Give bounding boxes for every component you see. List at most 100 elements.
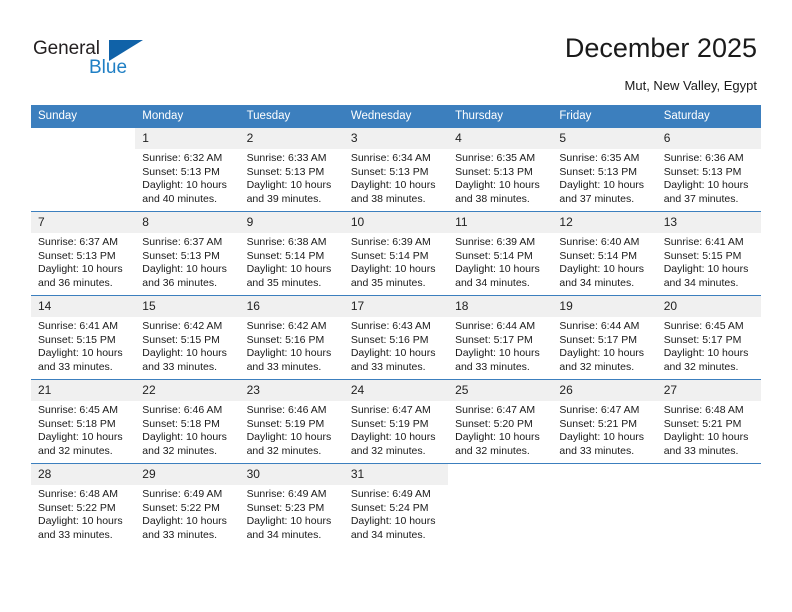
- sunset-text: Sunset: 5:13 PM: [246, 165, 325, 178]
- day-sun-info: Sunrise: 6:48 AM Sunset: 5:21 PM Daylight:…: [657, 401, 761, 458]
- sunrise-text: Sunrise: 6:49 AM: [142, 488, 223, 500]
- daylight-text: Daylight: 10 hours and 36 minutes.: [142, 263, 227, 289]
- day-number: 20: [656, 295, 761, 317]
- day-number: 31: [343, 463, 449, 485]
- day-sun-info: Sunrise: 6:44 AM Sunset: 5:17 PM Daylight:…: [552, 317, 656, 374]
- sunset-text: Sunset: 5:18 PM: [38, 417, 116, 430]
- daylight-text: Daylight: 10 hours and 32 minutes.: [142, 431, 227, 457]
- sunrise-text: Sunrise: 6:36 AM: [663, 152, 744, 164]
- day-number-empty: [656, 463, 761, 485]
- sunrise-text: Sunrise: 6:35 AM: [455, 152, 536, 164]
- calendar-day-cell[interactable]: 5 Sunrise: 6:35 AM Sunset: 5:13 PM Daylight…: [552, 127, 657, 211]
- day-number: 14: [31, 295, 136, 317]
- day-number-empty: [552, 463, 657, 485]
- daylight-text: Daylight: 10 hours and 32 minutes.: [663, 347, 749, 373]
- sunset-text: Sunset: 5:17 PM: [455, 333, 533, 346]
- day-number: 17: [343, 295, 449, 317]
- sunset-text: Sunset: 5:13 PM: [455, 165, 533, 178]
- calendar-day-cell[interactable]: 23 Sunrise: 6:46 AM Sunset: 5:19 PM Dayligh…: [239, 379, 344, 463]
- calendar-day-cell[interactable]: 27 Sunrise: 6:48 AM Sunset: 5:21 PM Dayligh…: [656, 379, 761, 463]
- calendar-day-cell[interactable]: 26 Sunrise: 6:47 AM Sunset: 5:21 PM Dayligh…: [552, 379, 657, 463]
- day-number: 26: [552, 379, 657, 401]
- sunset-text: Sunset: 5:22 PM: [38, 501, 116, 514]
- sunrise-text: Sunrise: 6:35 AM: [559, 152, 640, 164]
- sunrise-text: Sunrise: 6:47 AM: [559, 404, 640, 416]
- day-number: 29: [135, 463, 240, 485]
- calendar-week-row: 1 Sunrise: 6:32 AM Sunset: 5:13 PM Daylight…: [31, 127, 761, 211]
- weekday-header-saturday: Saturday: [656, 105, 761, 127]
- day-sun-info: Sunrise: 6:41 AM Sunset: 5:15 PM Daylight:…: [31, 317, 135, 374]
- daylight-text: Daylight: 10 hours and 38 minutes.: [455, 179, 540, 205]
- calendar-day-cell[interactable]: 19 Sunrise: 6:44 AM Sunset: 5:17 PM Dayligh…: [552, 295, 657, 379]
- calendar-day-cell[interactable]: 30 Sunrise: 6:49 AM Sunset: 5:23 PM Dayligh…: [239, 463, 344, 547]
- calendar-day-cell[interactable]: 29 Sunrise: 6:49 AM Sunset: 5:22 PM Dayligh…: [135, 463, 240, 547]
- day-number: 6: [656, 127, 761, 149]
- calendar-day-cell[interactable]: 22 Sunrise: 6:46 AM Sunset: 5:18 PM Dayligh…: [135, 379, 240, 463]
- calendar-day-cell[interactable]: 3 Sunrise: 6:34 AM Sunset: 5:13 PM Daylight…: [343, 127, 449, 211]
- sunset-text: Sunset: 5:13 PM: [663, 165, 742, 178]
- calendar-day-cell[interactable]: 15 Sunrise: 6:42 AM Sunset: 5:15 PM Dayligh…: [135, 295, 240, 379]
- calendar-day-cell[interactable]: 25 Sunrise: 6:47 AM Sunset: 5:20 PM Dayligh…: [448, 379, 553, 463]
- weekday-header-thursday: Thursday: [448, 105, 553, 127]
- calendar-day-cell[interactable]: 13 Sunrise: 6:41 AM Sunset: 5:15 PM Dayligh…: [656, 211, 761, 295]
- calendar-day-cell[interactable]: 4 Sunrise: 6:35 AM Sunset: 5:13 PM Daylight…: [448, 127, 553, 211]
- day-number: 7: [31, 211, 136, 233]
- calendar-day-cell[interactable]: 8 Sunrise: 6:37 AM Sunset: 5:13 PM Daylight…: [135, 211, 240, 295]
- daylight-text: Daylight: 10 hours and 33 minutes.: [246, 347, 332, 373]
- sunset-text: Sunset: 5:24 PM: [350, 501, 429, 514]
- calendar-day-cell[interactable]: 21 Sunrise: 6:45 AM Sunset: 5:18 PM Dayligh…: [31, 379, 136, 463]
- day-sun-info: Sunrise: 6:35 AM Sunset: 5:13 PM Daylight:…: [552, 149, 656, 206]
- sunrise-text: Sunrise: 6:42 AM: [246, 320, 327, 332]
- daylight-text: Daylight: 10 hours and 34 minutes.: [663, 263, 749, 289]
- weekday-header-wednesday: Wednesday: [343, 105, 449, 127]
- daylight-text: Daylight: 10 hours and 32 minutes.: [38, 431, 123, 457]
- day-number: 5: [552, 127, 657, 149]
- calendar-day-cell[interactable]: 16 Sunrise: 6:42 AM Sunset: 5:16 PM Dayligh…: [239, 295, 344, 379]
- day-sun-info: Sunrise: 6:36 AM Sunset: 5:13 PM Daylight:…: [657, 149, 761, 206]
- calendar-day-cell[interactable]: 18 Sunrise: 6:44 AM Sunset: 5:17 PM Dayligh…: [448, 295, 553, 379]
- calendar-body: 1 Sunrise: 6:32 AM Sunset: 5:13 PM Daylight…: [31, 127, 761, 547]
- daylight-text: Daylight: 10 hours and 34 minutes.: [559, 263, 645, 289]
- calendar-day-cell[interactable]: 31 Sunrise: 6:49 AM Sunset: 5:24 PM Dayligh…: [343, 463, 449, 547]
- day-sun-info: Sunrise: 6:43 AM Sunset: 5:16 PM Daylight:…: [344, 317, 448, 374]
- calendar-day-cell[interactable]: 1 Sunrise: 6:32 AM Sunset: 5:13 PM Daylight…: [135, 127, 240, 211]
- day-number-empty: [31, 127, 136, 149]
- calendar-day-cell[interactable]: 12 Sunrise: 6:40 AM Sunset: 5:14 PM Dayligh…: [552, 211, 657, 295]
- calendar-day-cell[interactable]: 17 Sunrise: 6:43 AM Sunset: 5:16 PM Dayligh…: [343, 295, 449, 379]
- daylight-text: Daylight: 10 hours and 33 minutes.: [455, 347, 540, 373]
- sunrise-text: Sunrise: 6:43 AM: [350, 320, 431, 332]
- daylight-text: Daylight: 10 hours and 34 minutes.: [455, 263, 540, 289]
- day-sun-info: Sunrise: 6:39 AM Sunset: 5:14 PM Daylight:…: [344, 233, 448, 290]
- page-title: December 2025: [564, 33, 757, 63]
- calendar-day-cell[interactable]: 28 Sunrise: 6:48 AM Sunset: 5:22 PM Dayligh…: [31, 463, 136, 547]
- calendar-day-cell[interactable]: 2 Sunrise: 6:33 AM Sunset: 5:13 PM Daylight…: [239, 127, 344, 211]
- calendar-week-row: 7 Sunrise: 6:37 AM Sunset: 5:13 PM Daylight…: [31, 211, 761, 295]
- sunrise-text: Sunrise: 6:46 AM: [246, 404, 327, 416]
- sunrise-text: Sunrise: 6:33 AM: [246, 152, 327, 164]
- day-sun-info: Sunrise: 6:49 AM Sunset: 5:24 PM Daylight:…: [344, 485, 448, 542]
- calendar-page: General Blue December 2025 Mut, New Vall…: [0, 0, 792, 612]
- day-sun-info: Sunrise: 6:48 AM Sunset: 5:22 PM Daylight:…: [31, 485, 135, 542]
- sunrise-text: Sunrise: 6:39 AM: [350, 236, 431, 248]
- page-header: General Blue December 2025 Mut, New Vall…: [0, 0, 792, 100]
- sunrise-text: Sunrise: 6:47 AM: [455, 404, 536, 416]
- calendar-day-cell[interactable]: 10 Sunrise: 6:39 AM Sunset: 5:14 PM Dayligh…: [343, 211, 449, 295]
- calendar-day-cell[interactable]: 7 Sunrise: 6:37 AM Sunset: 5:13 PM Daylight…: [31, 211, 136, 295]
- day-sun-info: Sunrise: 6:45 AM Sunset: 5:17 PM Daylight:…: [657, 317, 761, 374]
- day-sun-info: Sunrise: 6:49 AM Sunset: 5:23 PM Daylight:…: [240, 485, 344, 542]
- general-blue-logo[interactable]: General Blue: [33, 38, 153, 82]
- day-number: 9: [239, 211, 344, 233]
- calendar-day-cell[interactable]: 11 Sunrise: 6:39 AM Sunset: 5:14 PM Dayligh…: [448, 211, 553, 295]
- daylight-text: Daylight: 10 hours and 39 minutes.: [246, 179, 332, 205]
- calendar-day-cell[interactable]: 6 Sunrise: 6:36 AM Sunset: 5:13 PM Daylight…: [656, 127, 761, 211]
- sunrise-text: Sunrise: 6:46 AM: [142, 404, 223, 416]
- calendar-day-cell[interactable]: 9 Sunrise: 6:38 AM Sunset: 5:14 PM Daylight…: [239, 211, 344, 295]
- sunset-text: Sunset: 5:15 PM: [38, 333, 116, 346]
- sunrise-text: Sunrise: 6:48 AM: [663, 404, 744, 416]
- calendar-day-cell[interactable]: 24 Sunrise: 6:47 AM Sunset: 5:19 PM Dayligh…: [343, 379, 449, 463]
- day-sun-info: Sunrise: 6:46 AM Sunset: 5:18 PM Daylight:…: [135, 401, 239, 458]
- sunset-text: Sunset: 5:13 PM: [38, 249, 116, 262]
- daylight-text: Daylight: 10 hours and 32 minutes.: [246, 431, 332, 457]
- calendar-day-cell[interactable]: 20 Sunrise: 6:45 AM Sunset: 5:17 PM Dayligh…: [656, 295, 761, 379]
- calendar-day-cell[interactable]: 14 Sunrise: 6:41 AM Sunset: 5:15 PM Dayligh…: [31, 295, 136, 379]
